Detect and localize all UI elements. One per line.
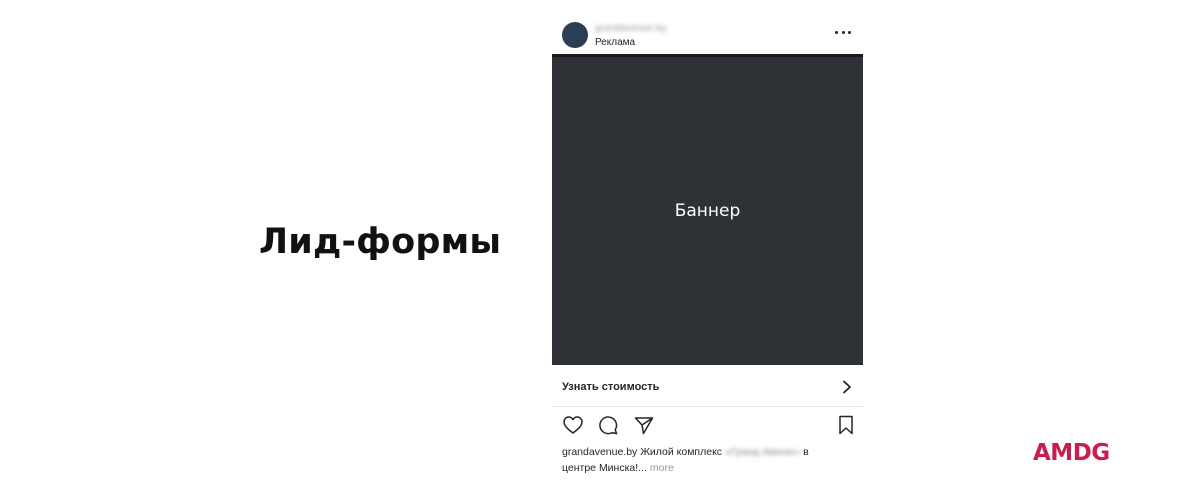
caption-text: Жилой комплекс [640, 446, 723, 458]
chevron-right-icon [843, 380, 851, 394]
share-icon[interactable] [633, 414, 655, 436]
banner-image[interactable]: Баннер [552, 54, 863, 365]
caption-line-2: центре Минска!... [562, 462, 647, 474]
more-dots-icon[interactable] [832, 24, 854, 40]
cta-label: Узнать стоимость [562, 381, 660, 393]
caption-account[interactable]: grandavenue.by [562, 446, 637, 458]
post-caption: grandavenue.by Жилой комплекс «Гранд Аве… [562, 444, 862, 476]
caption-blurred-name: «Гранд Авеню» [724, 446, 801, 458]
brand-logo: AMDG [1033, 440, 1110, 466]
comment-icon[interactable] [597, 414, 619, 436]
instagram-ad-post: grandavenue.by Реклама Баннер Узнать сто… [552, 14, 863, 484]
avatar[interactable] [562, 22, 588, 48]
heart-icon[interactable] [562, 414, 584, 436]
sponsored-label: Реклама [595, 37, 636, 48]
slide-title: Лид-формы [259, 222, 502, 262]
post-header: grandavenue.by Реклама [552, 14, 863, 54]
caption-text-after: в [803, 446, 809, 458]
banner-text: Баннер [674, 201, 741, 221]
caption-more-link[interactable]: more [650, 462, 674, 474]
post-actions [552, 414, 863, 438]
bookmark-icon[interactable] [835, 414, 857, 436]
account-name[interactable]: grandavenue.by [595, 23, 667, 34]
cta-button[interactable]: Узнать стоимость [552, 365, 863, 407]
